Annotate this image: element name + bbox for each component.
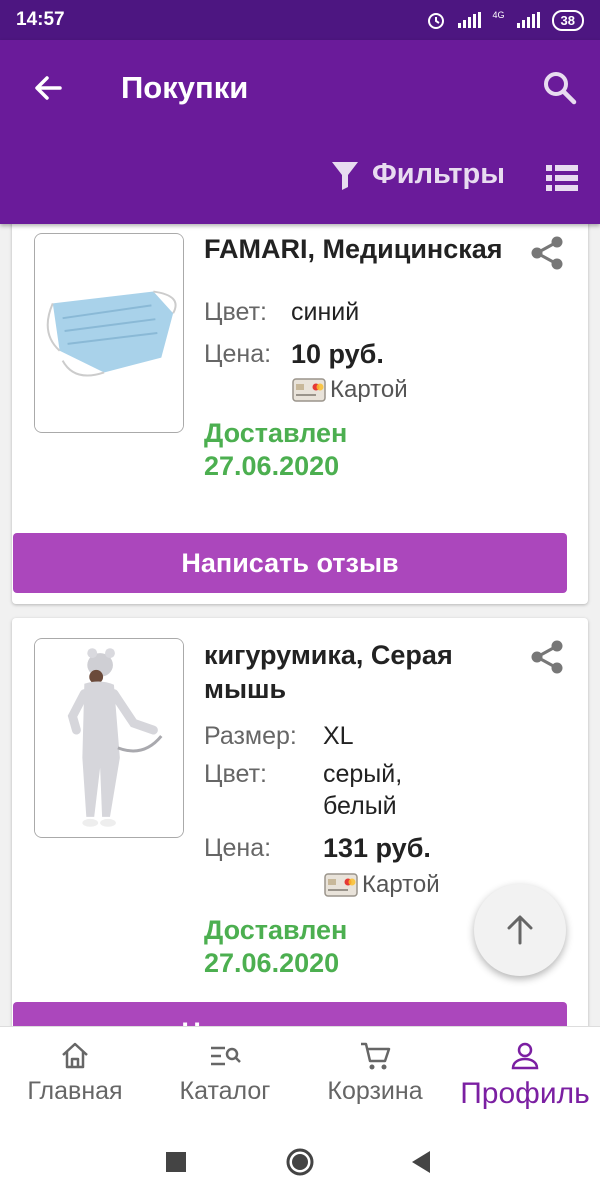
payment-method: Картой [324,871,440,899]
payment-label: Картой [362,871,440,898]
nav-item-cart[interactable]: Корзина [300,1027,450,1122]
price-value: 131 руб. [323,833,431,863]
filter-icon [332,161,358,190]
app-bar: Покупки Фильтры [0,40,600,224]
nav-item-profile[interactable]: Профиль [450,1027,600,1122]
home-button-icon[interactable] [284,1146,316,1178]
status-time: 14:57 [16,9,65,30]
system-navigation-bar [0,1122,600,1200]
signal-icon [457,12,481,28]
price-value: 10 руб. [291,339,384,369]
nav-item-home[interactable]: Главная [0,1027,150,1122]
order-status: Доставлен 27.06.2020 [204,914,347,980]
payment-method: Картой [292,376,408,404]
status-bar: 14:57 4G 38 [0,0,600,40]
card-payment-icon [292,378,326,402]
filters-label: Фильтры [372,158,505,190]
battery-icon: 38 [551,9,584,31]
arrow-up-icon [507,915,533,945]
share-icon[interactable] [528,234,566,272]
detail-label: Цена: [204,340,272,368]
detail-label: Цена: [204,834,272,862]
detail-label: Цвет: [204,760,267,788]
nav-label: Главная [27,1077,123,1105]
back-arrow-icon[interactable] [28,68,68,108]
detail-label: Цвет: [204,298,267,326]
nav-label: Каталог [179,1077,271,1105]
order-card[interactable]: FAMARI, Медицинская Цвет: синий Цена: 10… [12,224,588,604]
detail-row-price: Цена: 131 руб. [204,832,431,864]
detail-label: Размер: [204,722,297,750]
list-view-icon[interactable] [546,164,578,192]
alarm-icon [427,13,444,29]
detail-value: XL [323,722,354,750]
profile-icon [511,1042,539,1070]
bottom-navigation: Главная Каталог Корзина Профиль [0,1026,600,1122]
filters-button[interactable]: Фильтры [330,158,505,191]
catalog-icon [211,1046,241,1066]
signal-icon-2 [516,12,540,28]
detail-row-color: Цвет: серый, белый [204,758,402,820]
status-icons: 4G 38 [426,9,584,31]
network-type: 4G [492,9,505,20]
product-image-kigurumi[interactable] [34,638,184,838]
detail-row-color: Цвет: синий [204,296,359,328]
card-payment-icon [324,873,358,897]
status-text: Доставлен [204,418,348,448]
share-icon[interactable] [528,638,566,676]
nav-label: Профиль [460,1077,590,1110]
cart-icon [361,1042,391,1070]
payment-label: Картой [330,376,408,403]
nav-label: Корзина [327,1077,423,1105]
detail-value: серый, белый [323,760,403,820]
status-date: 27.06.2020 [204,948,340,978]
status-date: 27.06.2020 [204,451,340,481]
recents-icon[interactable] [160,1146,192,1178]
page-title: Покупки [121,70,249,105]
product-image-mask[interactable] [34,233,184,433]
detail-row-size: Размер: XL [204,720,354,752]
back-triangle-icon[interactable] [406,1146,438,1178]
product-name[interactable]: кигурумика, Серая мышь [204,638,534,706]
order-status: Доставлен 27.06.2020 [204,417,347,483]
status-text: Доставлен [204,915,348,945]
detail-value: синий [291,298,360,326]
home-icon [62,1042,88,1069]
write-review-button[interactable]: Написать отзыв [13,1002,567,1026]
write-review-button[interactable]: Написать отзыв [13,533,567,593]
scroll-to-top-button[interactable] [474,884,566,976]
search-icon[interactable] [540,68,580,108]
product-name[interactable]: FAMARI, Медицинская [204,232,534,266]
detail-row-price: Цена: 10 руб. [204,338,384,370]
nav-item-catalog[interactable]: Каталог [150,1027,300,1122]
